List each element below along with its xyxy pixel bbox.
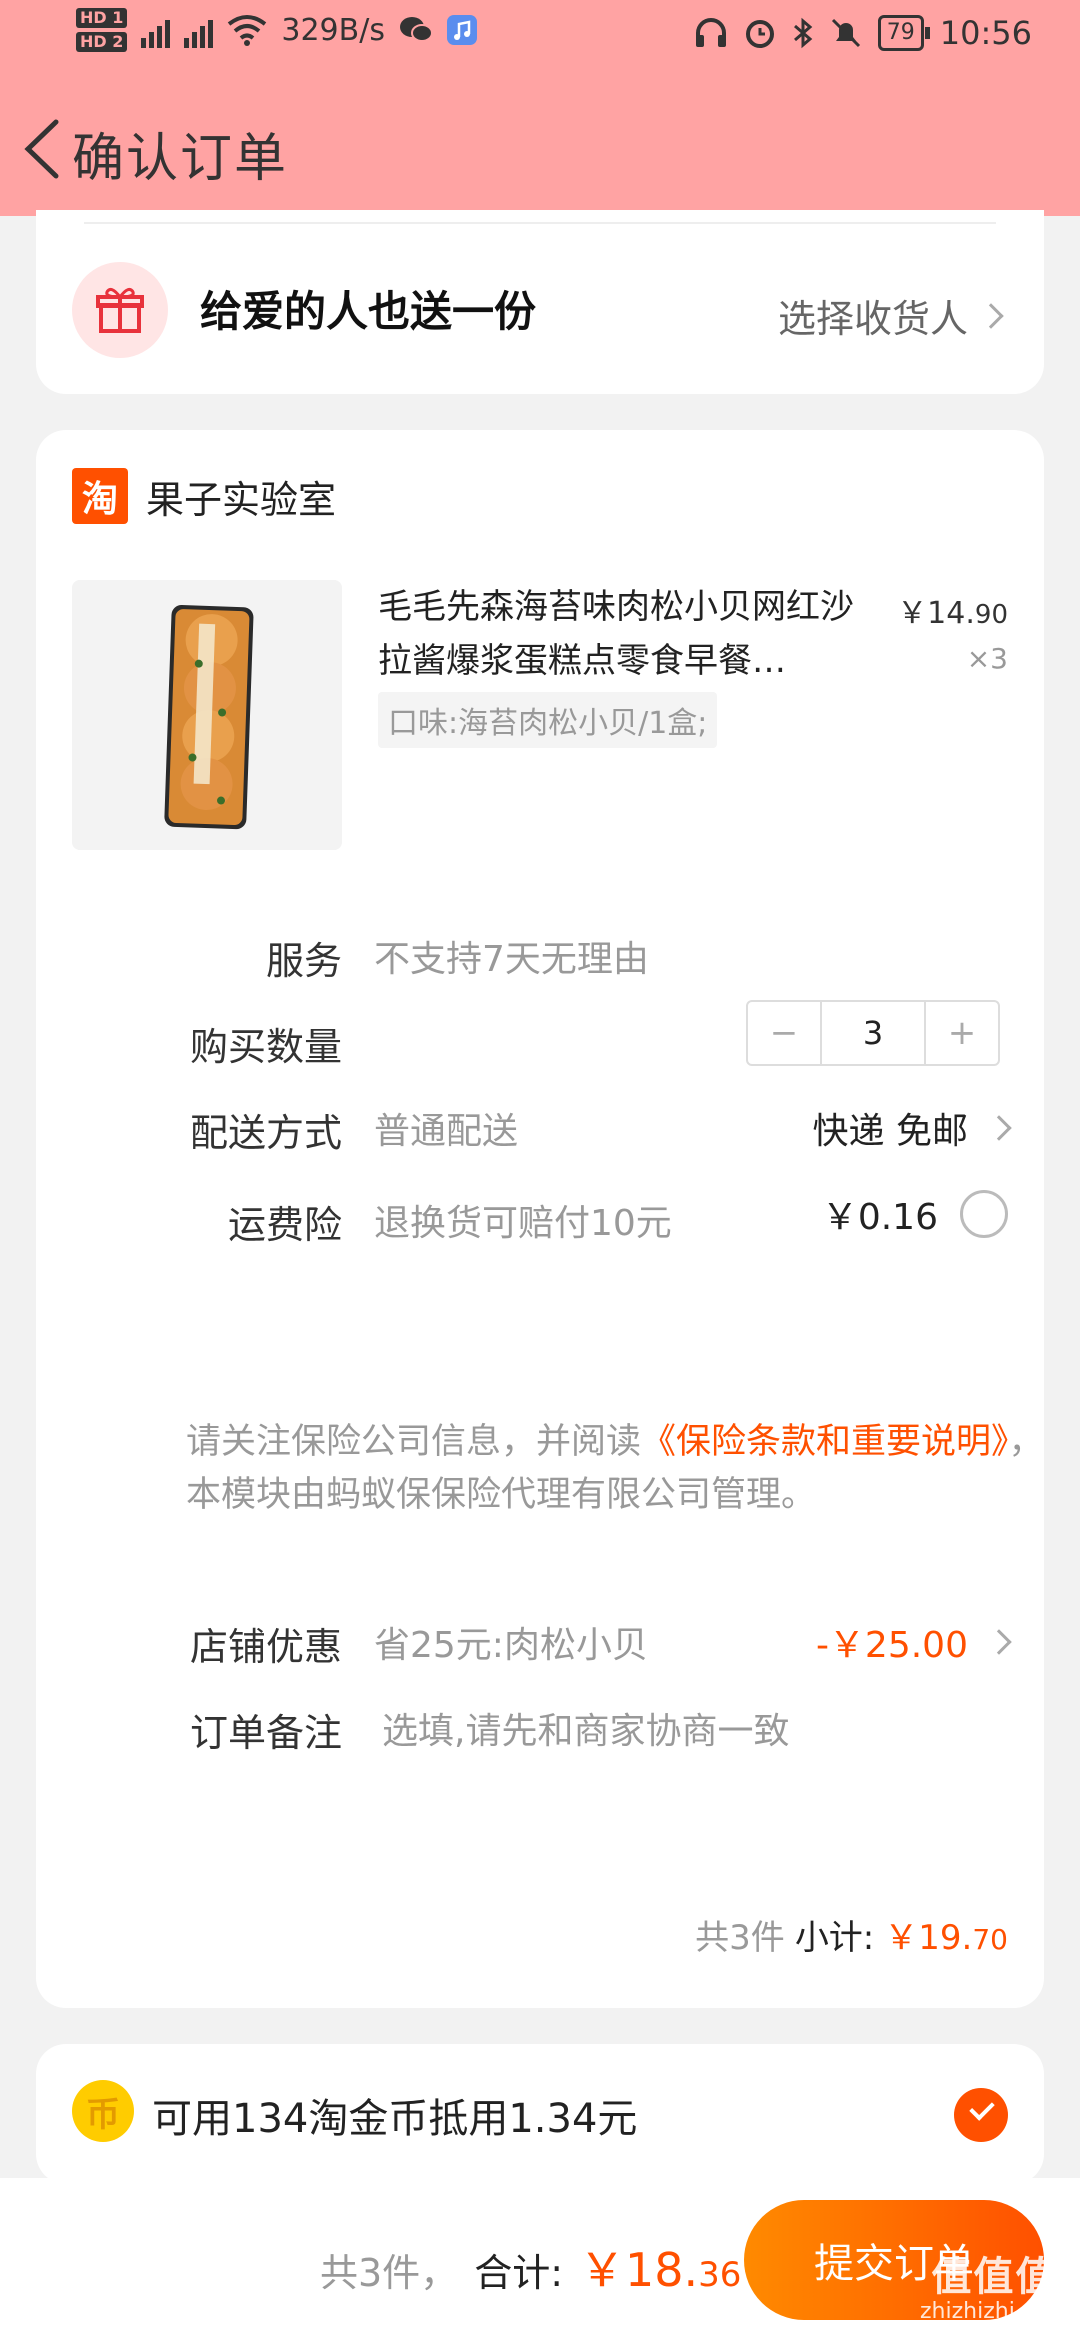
divider: [84, 222, 996, 224]
subtotal-price: ￥19.70: [884, 1910, 1008, 1959]
insurance-value: 退换货可赔付10元: [374, 1203, 672, 1244]
insurance-terms-link[interactable]: 《保险条款和重要说明》: [641, 1422, 1009, 1462]
quantity-value[interactable]: 3: [820, 1002, 926, 1064]
mute-bell-icon: [831, 18, 860, 48]
shop-discount-row[interactable]: 店铺优惠 省25元:肉松小贝 -￥25.00: [36, 1598, 1044, 1688]
discount-label: 店铺优惠: [189, 1625, 342, 1669]
coin-card: 币 可用134淘金币抵用1.34元: [36, 2044, 1044, 2184]
clock: 10:56: [939, 14, 1032, 52]
quantity-label: 购买数量: [189, 1025, 342, 1069]
insurance-label: 运费险: [227, 1203, 342, 1247]
shipping-insurance-row: 运费险 退换货可赔付10元 ￥0.16: [36, 1176, 1044, 1266]
gift-title: 给爱的人也送一份: [200, 287, 537, 336]
notice-text: 请关注保险公司信息，并阅读: [186, 1422, 642, 1462]
select-recipient-button[interactable]: 选择收货人: [777, 288, 1004, 343]
alarm-icon: [745, 20, 774, 48]
quantity-row: 购买数量 − 3 +: [36, 998, 1044, 1088]
page-title: 确认订单: [72, 129, 289, 189]
wifi-icon: [228, 15, 267, 46]
delivery-value: 普通配送: [374, 1111, 519, 1152]
wechat-icon: [399, 17, 433, 42]
delivery-method: 快递 免邮: [812, 1102, 1012, 1154]
gift-icon: [72, 262, 168, 358]
headphones-icon: [695, 18, 726, 47]
service-row: 服务 不支持7天无理由: [36, 912, 1044, 1002]
service-label: 服务: [265, 939, 342, 983]
subtotal-price-main: ￥19.: [884, 1918, 973, 1958]
total-label: 合计:: [474, 2251, 563, 2295]
header: 确认订单: [0, 100, 1080, 200]
quantity-stepper: − 3 +: [746, 1000, 1000, 1066]
insurance-notice: 请关注保险公司信息，并阅读《保险条款和重要说明》，本模块由蚂蚁保保险代理有限公司…: [186, 1416, 1046, 1522]
chevron-right-icon: [978, 302, 1004, 329]
product-title[interactable]: 毛毛先森海苔味肉松小贝网红沙拉酱爆浆蛋糕点零食早餐…: [378, 580, 878, 688]
product-variant: 口味:海苔肉松小贝/1盒;: [378, 692, 718, 748]
subtotal-count: 共3件: [695, 1918, 785, 1958]
watermark-url: zhizhizhi.com: [920, 2299, 1069, 2324]
coin-checkbox[interactable]: [954, 2088, 1008, 2142]
watermark-logo: 值值值: [931, 2254, 1058, 2300]
delivery-row[interactable]: 配送方式 普通配送 快递 免邮: [36, 1084, 1044, 1174]
shop-row[interactable]: 淘 果子实验室: [72, 468, 336, 524]
delivery-method-text: 快递 免邮: [812, 1111, 968, 1152]
note-input[interactable]: 选填,请先和商家协商一致: [382, 1702, 789, 1754]
top-bar: HD 1 HD 2 329B/s 79 10:56 确认订单: [0, 0, 1080, 216]
product-price: ￥14.90: [897, 588, 1008, 632]
status-left: HD 1 HD 2 329B/s: [76, 8, 477, 52]
taobao-logo-icon: 淘: [72, 468, 128, 524]
insurance-radio[interactable]: [960, 1190, 1008, 1238]
coin-icon: 币: [72, 2080, 134, 2142]
product-quantity: ×3: [966, 642, 1008, 675]
order-card: 淘 果子实验室 毛毛先森海苔味肉松小贝网红沙拉酱爆浆蛋糕点零食早餐… 口味:海苔…: [36, 430, 1044, 2008]
select-recipient-label: 选择收货人: [777, 297, 968, 341]
chevron-right-icon: [986, 1629, 1012, 1655]
shop-name: 果子实验室: [146, 477, 337, 522]
back-icon[interactable]: [18, 114, 68, 184]
chevron-right-icon: [986, 1115, 1012, 1141]
total-price-decimal: 36: [698, 2255, 742, 2295]
gift-card: 给爱的人也送一份 选择收货人: [36, 210, 1044, 394]
music-app-icon: [446, 15, 477, 45]
coin-text: 可用134淘金币抵用1.34元: [152, 2096, 638, 2142]
total-price-main: ￥18.: [579, 2243, 699, 2297]
subtotal-label: 小计:: [794, 1918, 875, 1958]
insurance-price: ￥0.16: [821, 1197, 938, 1238]
product-price-main: ￥14.: [897, 596, 975, 631]
delivery-label: 配送方式: [189, 1111, 342, 1155]
status-right: 79 10:56: [694, 14, 1032, 52]
service-value: 不支持7天无理由: [374, 939, 649, 980]
signal-icon: [141, 12, 171, 48]
discount-amount-wrap: -￥25.00: [815, 1616, 1012, 1668]
product-image[interactable]: [72, 580, 342, 850]
discount-amount: -￥25.00: [815, 1625, 968, 1666]
product-price-decimal: 90: [974, 600, 1008, 630]
subtotal: 共3件 小计: ￥19.70: [695, 1910, 1008, 1959]
note-label: 订单备注: [189, 1711, 342, 1755]
insurance-price-wrap: ￥0.16: [822, 1188, 1008, 1240]
total: 共3件， 合计: ￥18.36: [320, 2234, 741, 2300]
signal-icon: [184, 12, 214, 48]
bluetooth-icon: [793, 17, 813, 49]
increase-button[interactable]: +: [926, 1002, 998, 1064]
watermark: 值值值 zhizhizhi.com: [920, 2254, 1069, 2324]
network-speed: 329B/s: [281, 12, 385, 48]
discount-value: 省25元:肉松小贝: [374, 1625, 648, 1666]
total-count: 共3件，: [320, 2251, 459, 2295]
hd-icon: HD 1 HD 2: [76, 8, 128, 52]
status-bar: HD 1 HD 2 329B/s 79 10:56: [0, 0, 1080, 72]
battery-icon: 79: [877, 15, 930, 51]
bottom-bar: 共3件， 合计: ￥18.36 提交订单: [0, 2178, 1080, 2340]
total-price: ￥18.36: [579, 2234, 741, 2300]
subtotal-price-decimal: 70: [972, 1923, 1008, 1956]
order-note-row[interactable]: 订单备注 选填,请先和商家协商一致: [36, 1684, 1044, 1774]
decrease-button[interactable]: −: [748, 1002, 820, 1064]
